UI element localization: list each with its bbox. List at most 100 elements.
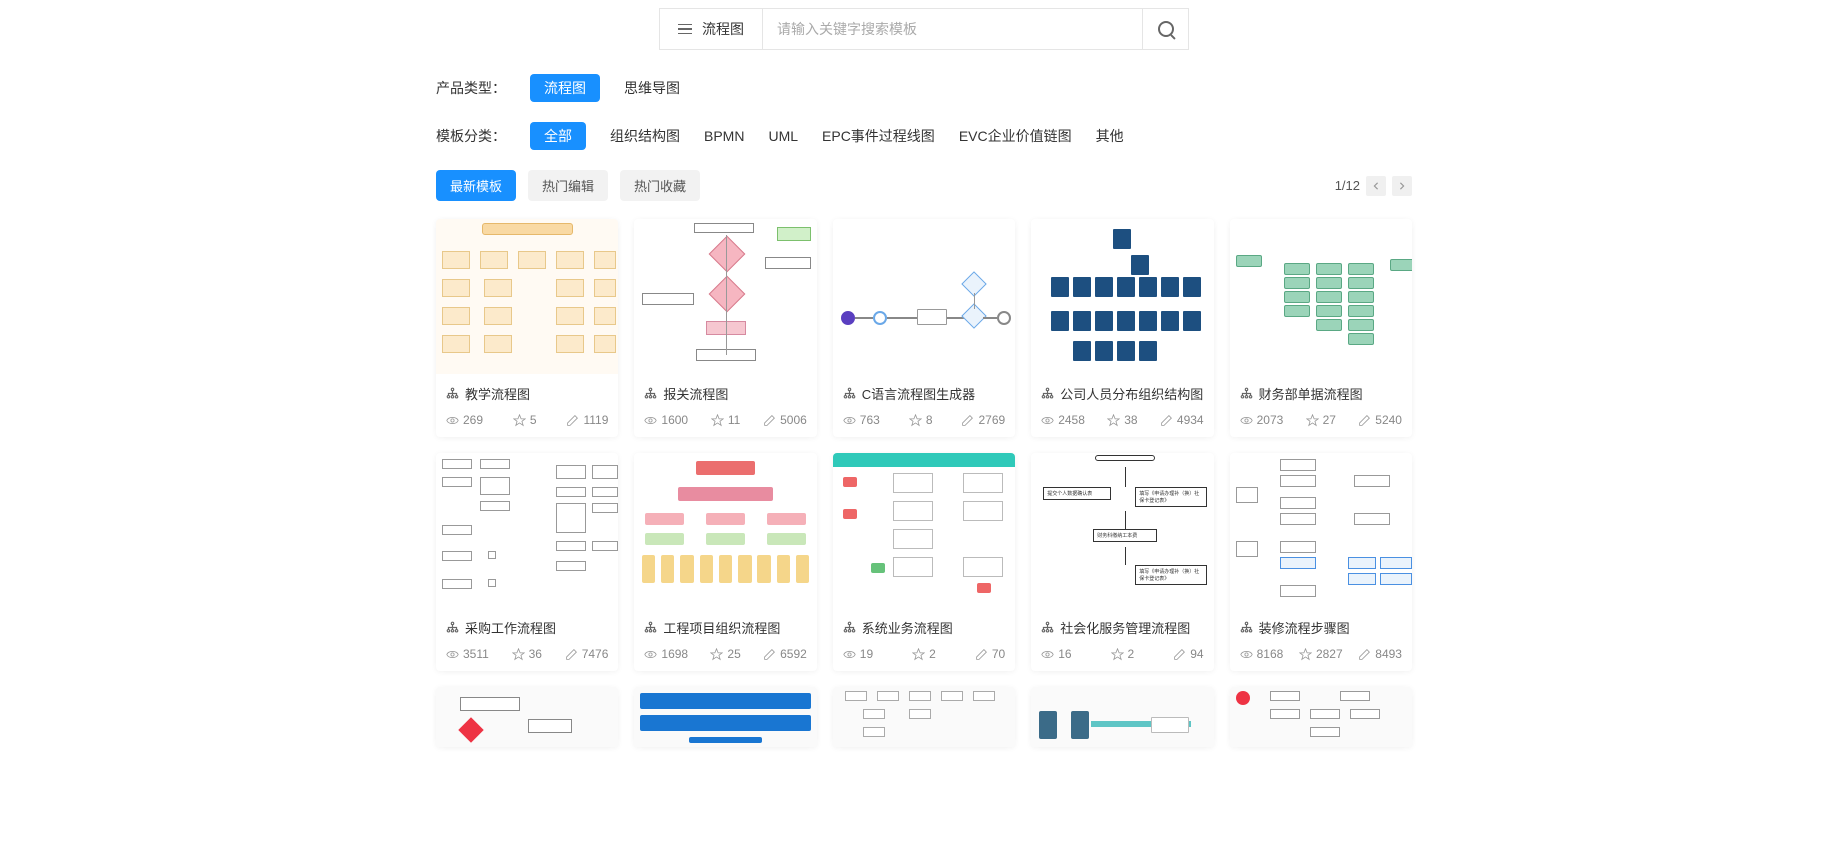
template-thumbnail xyxy=(1230,453,1412,608)
sort-row: 最新模板 热门编辑 热门收藏 1/12 xyxy=(436,160,1412,219)
template-thumbnail xyxy=(833,453,1015,608)
template-card[interactable] xyxy=(1031,687,1213,747)
template-card[interactable]: 装修流程步骤图 8168 2827 8493 xyxy=(1230,453,1412,671)
sort-popular-fav[interactable]: 热门收藏 xyxy=(620,170,700,201)
search-button[interactable] xyxy=(1143,8,1189,50)
edit-icon xyxy=(566,414,579,427)
menu-icon xyxy=(678,24,692,35)
diagram-type-icon xyxy=(446,387,459,400)
category-evc[interactable]: EVC企业价值链图 xyxy=(959,126,1072,146)
category-epc[interactable]: EPC事件过程线图 xyxy=(822,126,935,146)
views-count: 763 xyxy=(860,413,880,427)
template-thumbnail xyxy=(1031,219,1213,374)
edit-icon xyxy=(1358,414,1371,427)
template-thumbnail xyxy=(833,687,1015,747)
template-stats: 16 2 94 xyxy=(1031,643,1213,671)
template-stats: 19 2 70 xyxy=(833,643,1015,671)
search-bar: 流程图 xyxy=(436,0,1412,64)
template-thumbnail xyxy=(634,687,816,747)
views-count: 1698 xyxy=(661,647,688,661)
template-card[interactable]: C语言流程图生成器 763 8 2769 xyxy=(833,219,1015,437)
product-type-mindmap[interactable]: 思维导图 xyxy=(624,78,680,98)
edit-icon xyxy=(975,648,988,661)
views-icon xyxy=(644,414,657,427)
views-count: 1600 xyxy=(661,413,688,427)
category-all[interactable]: 全部 xyxy=(530,122,586,150)
product-type-flowchart[interactable]: 流程图 xyxy=(530,74,600,102)
favs-count: 11 xyxy=(728,413,740,427)
template-card[interactable] xyxy=(634,687,816,747)
views-count: 269 xyxy=(463,413,483,427)
uses-count: 94 xyxy=(1190,647,1203,661)
template-title: 装修流程步骤图 xyxy=(1259,618,1350,637)
edit-icon xyxy=(763,648,776,661)
search-category-label: 流程图 xyxy=(702,19,744,39)
uses-count: 7476 xyxy=(582,647,609,661)
views-icon xyxy=(1240,414,1253,427)
template-thumbnail xyxy=(436,219,618,374)
category-uml[interactable]: UML xyxy=(768,128,798,144)
template-card[interactable] xyxy=(833,687,1015,747)
product-type-filter: 产品类型： 流程图 思维导图 xyxy=(436,64,1412,112)
template-card[interactable]: 财务部单据流程图 2073 27 5240 xyxy=(1230,219,1412,437)
template-thumbnail xyxy=(436,687,618,747)
edit-icon xyxy=(763,414,776,427)
star-icon xyxy=(1107,414,1120,427)
template-card[interactable] xyxy=(436,687,618,747)
uses-count: 8493 xyxy=(1375,647,1402,661)
category-other[interactable]: 其他 xyxy=(1096,126,1124,146)
star-icon xyxy=(513,414,526,427)
template-card[interactable]: 报关流程图 1600 11 5006 xyxy=(634,219,816,437)
template-card[interactable]: 采购工作流程图 3511 36 7476 xyxy=(436,453,618,671)
edit-icon xyxy=(565,648,578,661)
diagram-type-icon xyxy=(1041,387,1054,400)
star-icon xyxy=(1306,414,1319,427)
diagram-type-icon xyxy=(644,387,657,400)
template-thumbnail xyxy=(1031,687,1213,747)
views-count: 3511 xyxy=(463,647,489,661)
template-title: 采购工作流程图 xyxy=(465,618,556,637)
uses-count: 6592 xyxy=(780,647,807,661)
page-prev-button[interactable] xyxy=(1366,176,1386,196)
diagram-type-icon xyxy=(1240,387,1253,400)
template-card[interactable]: 系统业务流程图 19 2 70 xyxy=(833,453,1015,671)
uses-count: 2769 xyxy=(978,413,1005,427)
sort-popular-edit[interactable]: 热门编辑 xyxy=(528,170,608,201)
diagram-type-icon xyxy=(446,621,459,634)
category-orgchart[interactable]: 组织结构图 xyxy=(610,126,680,146)
star-icon xyxy=(912,648,925,661)
template-thumbnail xyxy=(634,219,816,374)
template-title: C语言流程图生成器 xyxy=(862,384,975,403)
search-input[interactable] xyxy=(763,9,1142,49)
template-stats: 1698 25 6592 xyxy=(634,643,816,671)
template-stats: 763 8 2769 xyxy=(833,409,1015,437)
favs-count: 38 xyxy=(1124,413,1137,427)
uses-count: 1119 xyxy=(583,413,608,427)
template-thumbnail: 提交个人数据确认表 填写《申请办理补（换）社保卡登记表》 财务科缴纳工本费 填写… xyxy=(1031,453,1213,608)
template-title: 教学流程图 xyxy=(465,384,530,403)
star-icon xyxy=(909,414,922,427)
diagram-type-icon xyxy=(644,621,657,634)
template-title: 系统业务流程图 xyxy=(862,618,953,637)
search-icon xyxy=(1158,21,1174,37)
template-thumbnail xyxy=(436,453,618,608)
template-card[interactable] xyxy=(1230,687,1412,747)
search-input-wrapper xyxy=(763,8,1143,50)
template-stats: 269 5 1119 xyxy=(436,409,618,437)
page-next-button[interactable] xyxy=(1392,176,1412,196)
pagination: 1/12 xyxy=(1335,176,1412,196)
template-card[interactable]: 公司人员分布组织结构图 2458 38 4934 xyxy=(1031,219,1213,437)
template-card[interactable]: 提交个人数据确认表 填写《申请办理补（换）社保卡登记表》 财务科缴纳工本费 填写… xyxy=(1031,453,1213,671)
template-card[interactable]: 教学流程图 269 5 1119 xyxy=(436,219,618,437)
favs-count: 5 xyxy=(530,413,537,427)
template-category-filter: 模板分类： 全部 组织结构图 BPMN UML EPC事件过程线图 EVC企业价… xyxy=(436,112,1412,160)
category-bpmn[interactable]: BPMN xyxy=(704,128,744,144)
template-card[interactable]: 工程项目组织流程图 1698 25 6592 xyxy=(634,453,816,671)
uses-count: 5240 xyxy=(1375,413,1402,427)
template-thumbnail xyxy=(833,219,1015,374)
search-category-dropdown[interactable]: 流程图 xyxy=(659,8,763,50)
star-icon xyxy=(1299,648,1312,661)
favs-count: 8 xyxy=(926,413,933,427)
template-title: 工程项目组织流程图 xyxy=(663,618,780,637)
sort-newest[interactable]: 最新模板 xyxy=(436,170,516,201)
